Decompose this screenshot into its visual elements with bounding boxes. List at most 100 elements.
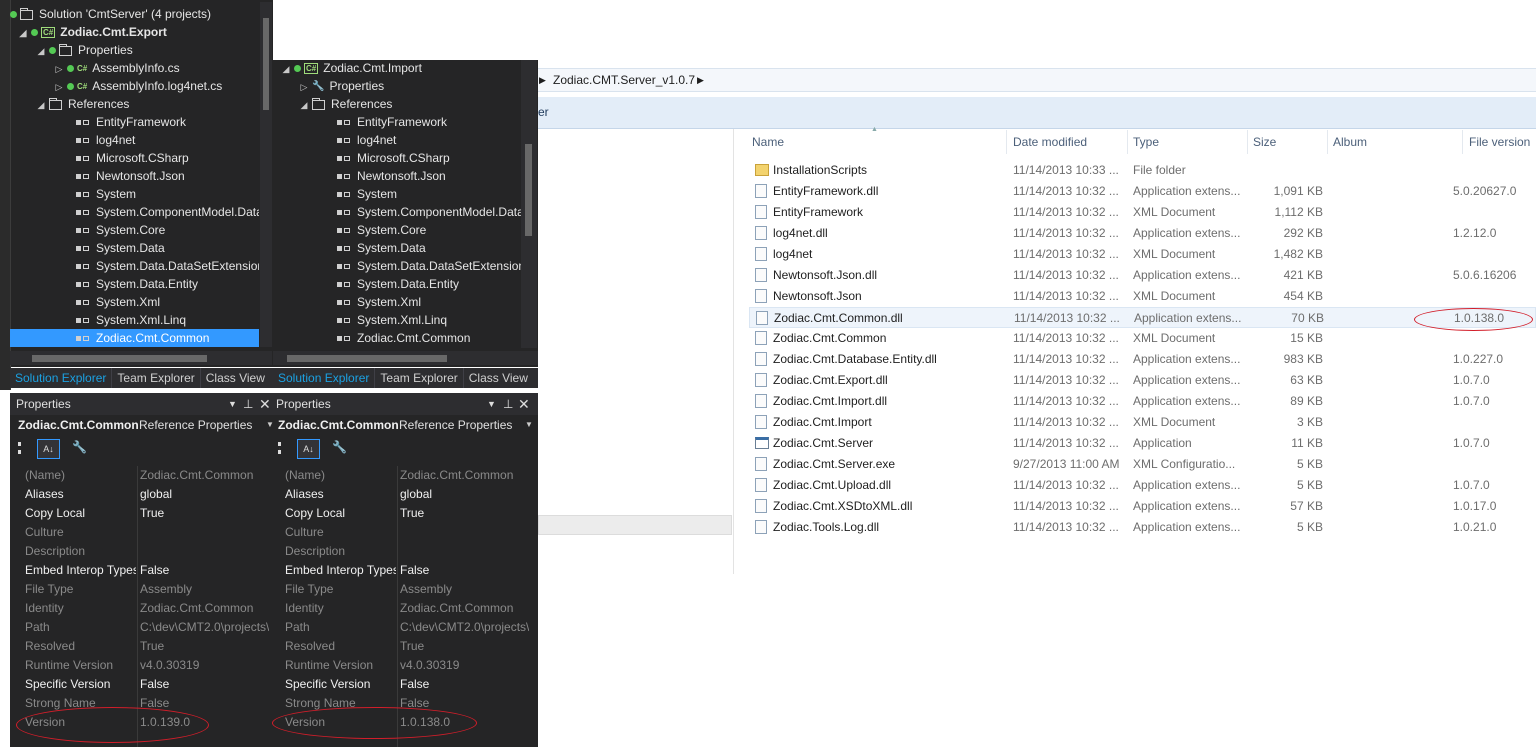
- left-property-row[interactable]: (Name) Zodiac.Cmt.Common: [25, 466, 273, 485]
- right-tab-class-view[interactable]: Class View: [462, 368, 533, 388]
- file-row[interactable]: Zodiac.Cmt.XSDtoXML.dll 11/14/2013 10:32 …: [749, 496, 1536, 517]
- left-props-dropdown-icon[interactable]: ▼: [228, 393, 237, 415]
- column-divider[interactable]: [1327, 130, 1328, 154]
- right-tab-solution-explorer[interactable]: Solution Explorer: [273, 368, 374, 388]
- left-property-row[interactable]: Description: [25, 542, 273, 561]
- left-property-row[interactable]: Specific Version False: [25, 675, 273, 694]
- file-row[interactable]: Zodiac.Cmt.Import.dll 11/14/2013 10:32 ..…: [749, 391, 1536, 412]
- left-tree-vscrollbar[interactable]: [260, 2, 272, 347]
- left-property-row[interactable]: Identity Zodiac.Cmt.Common: [25, 599, 273, 618]
- column-divider[interactable]: [1006, 130, 1007, 154]
- left-tree-item[interactable]: ◢ Properties: [10, 41, 259, 59]
- right-tree-item[interactable]: System.Data.DataSetExtensions: [273, 257, 521, 275]
- left-props-pin-icon[interactable]: ⊥: [243, 393, 253, 415]
- expand-arrow-icon[interactable]: ▷: [54, 78, 64, 95]
- file-row[interactable]: Zodiac.Cmt.Server.exe 9/27/2013 11:00 AM X…: [749, 454, 1536, 475]
- left-props-close-icon[interactable]: ✕: [259, 393, 271, 415]
- file-row[interactable]: InstallationScripts 11/14/2013 10:33 ... F…: [749, 160, 1536, 181]
- left-tree-item[interactable]: System.Xml: [10, 293, 259, 311]
- right-property-value[interactable]: False: [400, 561, 429, 580]
- right-tree-item[interactable]: System.Data: [273, 239, 521, 257]
- left-tree-item[interactable]: System.Data: [10, 239, 259, 257]
- right-tree-item[interactable]: log4net: [273, 131, 521, 149]
- left-tree-item[interactable]: System.Data.Entity: [10, 275, 259, 293]
- right-props-dropdown-icon[interactable]: ▼: [487, 393, 496, 415]
- expand-arrow-icon[interactable]: ◢: [299, 96, 309, 113]
- left-property-row[interactable]: File Type Assembly: [25, 580, 273, 599]
- file-row[interactable]: log4net 11/14/2013 10:32 ... XML Document 1…: [749, 244, 1536, 265]
- navigation-pane-selection[interactable]: [538, 515, 732, 535]
- left-tree-item[interactable]: System: [10, 185, 259, 203]
- right-tree-item[interactable]: System: [273, 185, 521, 203]
- left-property-value[interactable]: False: [140, 561, 169, 580]
- expand-arrow-icon[interactable]: ▷: [54, 60, 64, 77]
- expand-arrow-icon[interactable]: ◢: [36, 96, 46, 113]
- property-pages-wrench-icon[interactable]: 🔧: [332, 440, 347, 454]
- right-tree-hscrollbar[interactable]: [273, 351, 538, 365]
- right-tree-item[interactable]: System.Core: [273, 221, 521, 239]
- left-tree-item[interactable]: System.Xml.Linq: [10, 311, 259, 329]
- right-tree-item[interactable]: System.Data.Entity: [273, 275, 521, 293]
- left-property-value[interactable]: global: [140, 485, 172, 504]
- left-tab-team-explorer[interactable]: Team Explorer: [111, 368, 199, 388]
- left-tree-item[interactable]: System.ComponentModel.DataAnnotations: [10, 203, 259, 221]
- right-tree-item[interactable]: Zodiac.Cmt.Common: [273, 329, 521, 347]
- left-props-object-selector[interactable]: Zodiac.Cmt.Common Reference Properties ▼: [10, 415, 274, 435]
- right-tab-team-explorer[interactable]: Team Explorer: [374, 368, 462, 388]
- left-tree-item[interactable]: Zodiac.Cmt.Common: [10, 329, 259, 347]
- column-divider[interactable]: [1247, 130, 1248, 154]
- left-property-row[interactable]: Path C:\dev\CMT2.0\projects\: [25, 618, 273, 637]
- expand-arrow-icon[interactable]: ◢: [281, 60, 291, 77]
- right-property-row[interactable]: Culture: [285, 523, 538, 542]
- right-property-row[interactable]: Specific Version False: [285, 675, 538, 694]
- right-property-row[interactable]: Copy Local True: [285, 504, 538, 523]
- right-props-object-selector[interactable]: Zodiac.Cmt.Common Reference Properties ▼: [273, 415, 538, 435]
- file-row[interactable]: Newtonsoft.Json 11/14/2013 10:32 ... XML D…: [749, 286, 1536, 307]
- column-header-type[interactable]: Type: [1133, 131, 1159, 153]
- file-row[interactable]: Zodiac.Cmt.Server 11/14/2013 10:32 ... App…: [749, 433, 1536, 454]
- column-divider[interactable]: [1462, 130, 1463, 154]
- file-row[interactable]: Zodiac.Cmt.Database.Entity.dll 11/14/2013…: [749, 349, 1536, 370]
- command-bar-fragment[interactable]: er: [538, 105, 549, 119]
- right-property-row[interactable]: Resolved True: [285, 637, 538, 656]
- left-property-value[interactable]: False: [140, 675, 169, 694]
- property-pages-wrench-icon[interactable]: 🔧: [72, 440, 87, 454]
- right-property-row[interactable]: File Type Assembly: [285, 580, 538, 599]
- right-tree-item[interactable]: ◢ C# Zodiac.Cmt.Import: [273, 59, 521, 77]
- left-tree-item[interactable]: ◢ References: [10, 95, 259, 113]
- right-tree-item[interactable]: ▷ 🔧 Properties: [273, 77, 521, 95]
- address-bar[interactable]: ▶ Zodiac.CMT.Server_v1.0.7 ▶: [538, 68, 1536, 92]
- breadcrumb-next-chevron-icon[interactable]: ▶: [697, 69, 704, 91]
- left-tree-item[interactable]: log4net: [10, 131, 259, 149]
- left-property-row[interactable]: Runtime Version v4.0.30319: [25, 656, 273, 675]
- file-row[interactable]: log4net.dll 11/14/2013 10:32 ... Applicati…: [749, 223, 1536, 244]
- left-tree-item[interactable]: Solution 'CmtServer' (4 projects): [10, 5, 259, 23]
- expand-arrow-icon[interactable]: ◢: [18, 24, 28, 41]
- left-tree-item[interactable]: Microsoft.CSharp: [10, 149, 259, 167]
- left-tree-item[interactable]: ▷ C# AssemblyInfo.log4net.cs: [10, 77, 259, 95]
- column-divider[interactable]: [1127, 130, 1128, 154]
- column-header-size[interactable]: Size: [1253, 131, 1276, 153]
- right-props-chevron-down-icon[interactable]: ▼: [525, 415, 533, 435]
- right-property-row[interactable]: Runtime Version v4.0.30319: [285, 656, 538, 675]
- left-property-row[interactable]: Culture: [25, 523, 273, 542]
- left-property-row[interactable]: Aliases global: [25, 485, 273, 504]
- expand-arrow-icon[interactable]: ◢: [36, 42, 46, 59]
- left-property-value[interactable]: True: [140, 504, 164, 523]
- right-property-row[interactable]: (Name) Zodiac.Cmt.Common: [285, 466, 538, 485]
- column-header-album[interactable]: Album: [1333, 131, 1367, 153]
- right-property-row[interactable]: Identity Zodiac.Cmt.Common: [285, 599, 538, 618]
- right-tree-item[interactable]: System.ComponentModel.DataAnnotations: [273, 203, 521, 221]
- left-tree-item[interactable]: EntityFramework: [10, 113, 259, 131]
- left-tree-hscrollbar[interactable]: [10, 351, 272, 365]
- left-tree-item[interactable]: ◢ C# Zodiac.Cmt.Export: [10, 23, 259, 41]
- right-tree-vscroll-thumb[interactable]: [525, 144, 532, 236]
- categorized-icon[interactable]: [278, 442, 292, 454]
- file-row[interactable]: EntityFramework.dll 11/14/2013 10:32 ... A…: [749, 181, 1536, 202]
- expand-arrow-icon[interactable]: ▷: [299, 78, 309, 95]
- left-property-row[interactable]: Embed Interop Types False: [25, 561, 273, 580]
- right-property-row[interactable]: Aliases global: [285, 485, 538, 504]
- left-tree-item[interactable]: System.Data.DataSetExtensions: [10, 257, 259, 275]
- file-row[interactable]: Zodiac.Cmt.Common 11/14/2013 10:32 ... XML…: [749, 328, 1536, 349]
- right-tree-item[interactable]: System.Xml.Linq: [273, 311, 521, 329]
